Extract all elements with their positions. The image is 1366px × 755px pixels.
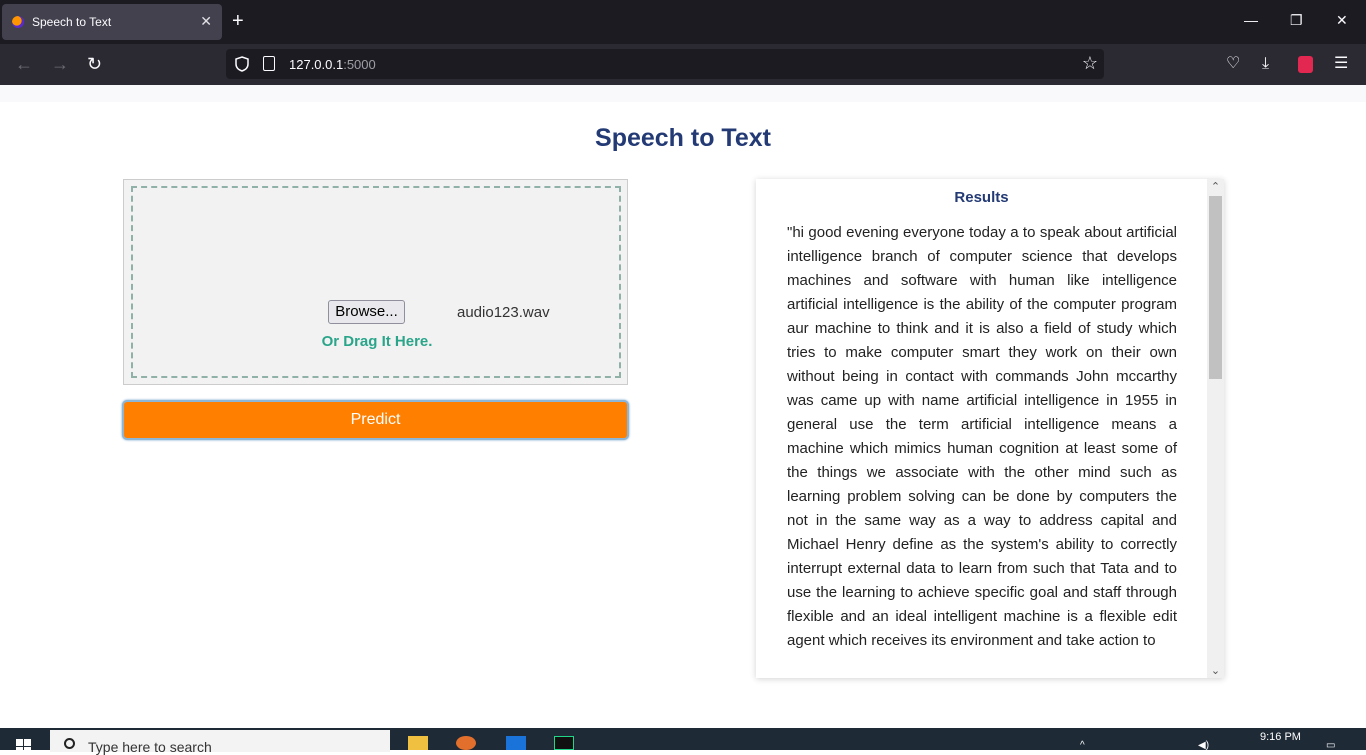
- results-panel[interactable]: Results "hi good evening everyone today …: [756, 179, 1224, 678]
- address-bar[interactable]: 127.0.0.1:5000 ☆: [226, 49, 1104, 79]
- restore-icon[interactable]: ❐: [1290, 12, 1303, 29]
- page-top-strip: [0, 85, 1366, 102]
- pocket-icon[interactable]: ♡: [1226, 54, 1240, 74]
- extension-lock-icon[interactable]: [1298, 56, 1313, 73]
- url-host: 127.0.0.1: [289, 57, 344, 72]
- drag-hint: Or Drag It Here.: [321, 333, 433, 350]
- tray-chevron-icon[interactable]: ^: [1080, 740, 1085, 751]
- notification-icon[interactable]: ▭: [1326, 740, 1335, 751]
- search-placeholder: Type here to search: [88, 739, 212, 755]
- taskbar-clock[interactable]: 9:16 PM: [1260, 731, 1301, 743]
- taskbar-search[interactable]: Type here to search: [50, 730, 390, 755]
- windows-taskbar: Type here to search ^ ◀) 9:16 PM ▭: [0, 728, 1366, 755]
- shield-icon[interactable]: [235, 56, 249, 72]
- mail-icon[interactable]: [506, 736, 526, 750]
- browser-tab-bar: Speech to Text ✕ + — ❐ ✕: [0, 0, 1366, 44]
- url-text[interactable]: 127.0.0.1:5000: [289, 57, 376, 72]
- window-close-icon[interactable]: ✕: [1336, 12, 1348, 29]
- pycharm-icon[interactable]: [554, 736, 574, 750]
- forward-arrow-icon[interactable]: →: [51, 54, 69, 74]
- browser-tab[interactable]: Speech to Text ✕: [2, 4, 222, 40]
- bookmark-star-icon[interactable]: ☆: [1082, 53, 1098, 74]
- results-scrollbar[interactable]: ⌃ ⌄: [1207, 179, 1224, 678]
- search-icon: [64, 738, 75, 749]
- tab-title: Speech to Text: [32, 15, 112, 29]
- back-arrow-icon[interactable]: ←: [15, 54, 33, 74]
- results-heading: Results: [954, 189, 1009, 206]
- windows-start-icon[interactable]: [16, 739, 32, 755]
- scroll-up-icon[interactable]: ⌃: [1207, 180, 1224, 193]
- download-icon[interactable]: ⤓: [1262, 54, 1269, 74]
- scroll-down-icon[interactable]: ⌄: [1207, 664, 1224, 677]
- drop-zone[interactable]: Browse... audio123.wav Or Drag It Here.: [131, 186, 621, 378]
- tab-close-icon[interactable]: ✕: [200, 13, 212, 30]
- scrollbar-thumb[interactable]: [1209, 196, 1222, 379]
- url-port: :5000: [343, 57, 376, 72]
- firefox-icon[interactable]: [456, 736, 476, 750]
- predict-button[interactable]: Predict: [122, 400, 629, 440]
- selected-file-name: audio123.wav: [457, 304, 550, 321]
- minimize-icon[interactable]: —: [1244, 12, 1258, 28]
- new-tab-icon[interactable]: +: [232, 9, 244, 33]
- page-title: Speech to Text: [595, 124, 771, 152]
- reload-icon[interactable]: ↻: [87, 54, 102, 74]
- upload-area[interactable]: Browse... audio123.wav Or Drag It Here.: [123, 179, 628, 385]
- page-icon: [263, 56, 275, 71]
- results-text: "hi good evening everyone today a to spe…: [787, 224, 1177, 649]
- browser-nav-bar: ← → ↻ 127.0.0.1:5000 ☆ ♡ ⤓ ☰: [0, 44, 1366, 85]
- browse-button[interactable]: Browse...: [328, 300, 405, 324]
- file-explorer-icon[interactable]: [408, 736, 428, 750]
- menu-icon[interactable]: ☰: [1334, 54, 1348, 74]
- volume-icon[interactable]: ◀): [1198, 740, 1209, 751]
- firefox-favicon-icon: [12, 16, 24, 28]
